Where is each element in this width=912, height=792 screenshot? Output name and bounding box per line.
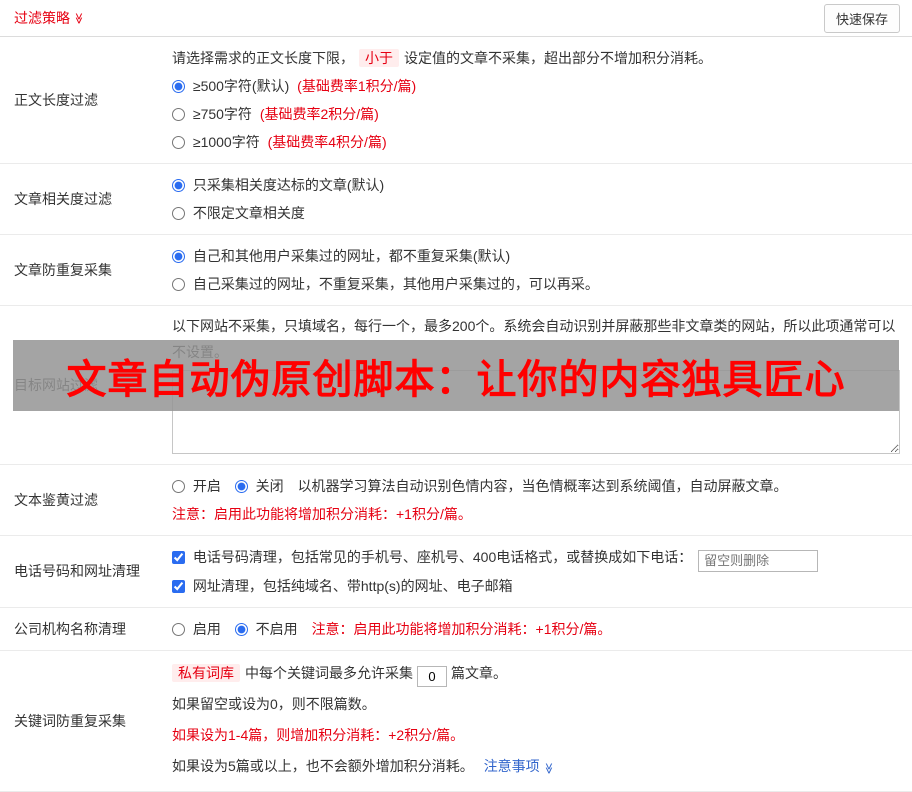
keyword-line1-mid: 中每个关键词最多允许采集 (245, 664, 413, 681)
highlight-keyword: 小于 (359, 49, 399, 67)
row-label-body-length: 正文长度过滤 (14, 92, 98, 108)
radio-company-on[interactable]: 启用 (172, 615, 221, 643)
radio-500-input[interactable] (172, 80, 185, 93)
radio-500-note: (基础费率1积分/篇) (297, 78, 417, 94)
private-lexicon-tag: 私有词库 (172, 663, 240, 682)
radio-porn-on-label: 开启 (192, 478, 221, 494)
watermark-banner-text: 文章自动伪原创脚本：让你的内容独具匠心 (66, 357, 846, 402)
checkbox-url-cleanup-label: 网址清理，包括纯域名、带http(s)的网址、电子邮箱 (192, 577, 513, 594)
watermark-banner: 文章自动伪原创脚本：让你的内容独具匠心 (13, 340, 899, 411)
porn-filter-cost-note: 注意：启用此功能将增加积分消耗：+1积分/篇。 (172, 506, 472, 522)
radio-750-note: (基础费率2积分/篇) (259, 106, 379, 122)
row-body-length-filter: 正文长度过滤 请选择需求的正文长度下限， 小于 设定值的文章不采集，超出部分不增加积… (0, 37, 912, 164)
radio-dedup-all-users[interactable]: 自己和其他用户采集过的网址，都不重复采集(默认) (172, 242, 900, 270)
radio-1000-label: ≥1000字符 (192, 134, 260, 150)
checkbox-phone-cleanup-input[interactable] (172, 551, 185, 564)
row-label-porn-filter: 文本鉴黄过滤 (14, 492, 98, 508)
radio-porn-off[interactable]: 关闭 (234, 472, 284, 500)
keyword-line3-cost-note: 如果设为1-4篇，则增加积分消耗：+2积分/篇。 (172, 726, 465, 743)
row-label-phone-url: 电话号码和网址清理 (14, 563, 140, 580)
checkbox-url-cleanup[interactable]: 网址清理，包括纯域名、带http(s)的网址、电子邮箱 (172, 572, 513, 600)
checkbox-phone-cleanup-label: 电话号码清理，包括常见的手机号、座机号、400电话格式，或替换成如下电话： (192, 549, 693, 565)
row-keyword-dedup: 关键词防重复采集 私有词库中每个关键词最多允许采集 篇文章。 如果留空或设为0，则… (0, 651, 912, 792)
radio-relevance-strict-input[interactable] (172, 179, 185, 192)
radio-relevance-strict[interactable]: 只采集相关度达标的文章(默认) (172, 171, 900, 199)
radio-dedup-self-only-input[interactable] (172, 278, 185, 291)
page-title: 过滤策略 (14, 10, 70, 26)
row-label-company: 公司机构名称清理 (14, 620, 126, 637)
radio-500-label: ≥500字符(默认) (192, 78, 290, 94)
replacement-phone-input[interactable] (698, 549, 819, 572)
keyword-line1-end: 篇文章。 (451, 664, 507, 681)
radio-750-input[interactable] (172, 108, 185, 121)
row-dedup-collection: 文章防重复采集 自己和其他用户采集过的网址，都不重复采集(默认) 自己采集过的网… (0, 235, 912, 306)
quick-save-button[interactable]: 快速保存 (823, 3, 900, 33)
radio-option-750[interactable]: ≥750字符 (基础费率2积分/篇) (172, 100, 900, 128)
row-label-keyword: 关键词防重复采集 (14, 712, 126, 729)
collapse-chevron-icon[interactable]: ≫ (72, 13, 85, 25)
radio-company-off-input[interactable] (234, 622, 248, 636)
radio-relevance-any-input[interactable] (172, 207, 185, 220)
radio-relevance-strict-label: 只采集相关度达标的文章(默认) (192, 177, 385, 193)
radio-relevance-any-label: 不限定文章相关度 (192, 205, 305, 221)
radio-dedup-self-only[interactable]: 自己采集过的网址，不重复采集，其他用户采集过的，可以再采。 (172, 270, 900, 298)
radio-company-on-input[interactable] (172, 622, 185, 636)
radio-750-label: ≥750字符 (192, 106, 252, 122)
radio-relevance-any[interactable]: 不限定文章相关度 (172, 199, 900, 227)
row-relevance-filter: 文章相关度过滤 只采集相关度达标的文章(默认) 不限定文章相关度 (0, 164, 912, 235)
radio-dedup-all-users-label: 自己和其他用户采集过的网址，都不重复采集(默认) (192, 248, 511, 264)
radio-1000-input[interactable] (172, 136, 185, 149)
page-title-group: 过滤策略 ≫ (14, 8, 85, 28)
notes-link-chevron-icon[interactable]: ≫ (532, 762, 563, 774)
radio-option-500[interactable]: ≥500字符(默认) (基础费率1积分/篇) (172, 72, 900, 100)
radio-porn-off-input[interactable] (234, 480, 248, 493)
radio-company-off-label: 不启用 (255, 620, 298, 637)
radio-porn-on-input[interactable] (172, 480, 185, 493)
radio-1000-note: (基础费率4积分/篇) (267, 134, 387, 150)
desc-pre: 请选择需求的正文长度下限， (172, 50, 354, 66)
max-articles-input[interactable] (417, 665, 447, 687)
radio-option-1000[interactable]: ≥1000字符 (基础费率4积分/篇) (172, 128, 900, 156)
radio-company-on-label: 启用 (192, 620, 221, 637)
radio-company-off[interactable]: 不启用 (234, 615, 298, 643)
row-label-dedup: 文章防重复采集 (14, 262, 112, 278)
radio-dedup-self-only-label: 自己采集过的网址，不重复采集，其他用户采集过的，可以再采。 (192, 276, 599, 292)
keyword-line2: 如果留空或设为0，则不限篇数。 (172, 695, 376, 712)
row-phone-url-cleanup: 电话号码和网址清理 电话号码清理，包括常见的手机号、座机号、400电话格式，或替… (0, 536, 912, 608)
keyword-line4: 如果设为5篇或以上，也不会额外增加积分消耗。 (172, 757, 474, 774)
row-porn-filter: 文本鉴黄过滤 开启 关闭 以机器学习算法自动识别色情内容，当色情概率达到系统阈值… (0, 465, 912, 536)
body-length-desc: 请选择需求的正文长度下限， 小于 设定值的文章不采集，超出部分不增加积分消耗。 (172, 44, 900, 72)
radio-porn-on[interactable]: 开启 (172, 472, 221, 500)
porn-filter-desc: 以机器学习算法自动识别色情内容，当色情概率达到系统阈值，自动屏蔽文章。 (297, 478, 788, 494)
company-cost-note: 注意：启用此功能将增加积分消耗：+1积分/篇。 (311, 620, 612, 637)
page-header: 过滤策略 ≫ 快速保存 (0, 0, 912, 37)
checkbox-phone-cleanup[interactable]: 电话号码清理，包括常见的手机号、座机号、400电话格式，或替换成如下电话： (172, 543, 692, 571)
radio-porn-off-label: 关闭 (255, 478, 284, 494)
checkbox-url-cleanup-input[interactable] (172, 579, 185, 593)
desc-post: 设定值的文章不采集，超出部分不增加积分消耗。 (404, 50, 712, 66)
radio-dedup-all-users-input[interactable] (172, 250, 185, 263)
row-label-relevance: 文章相关度过滤 (14, 191, 112, 207)
row-company-cleanup: 公司机构名称清理 启用 不启用 注意：启用此功能将增加积分消耗：+1积分/篇。 (0, 608, 912, 651)
